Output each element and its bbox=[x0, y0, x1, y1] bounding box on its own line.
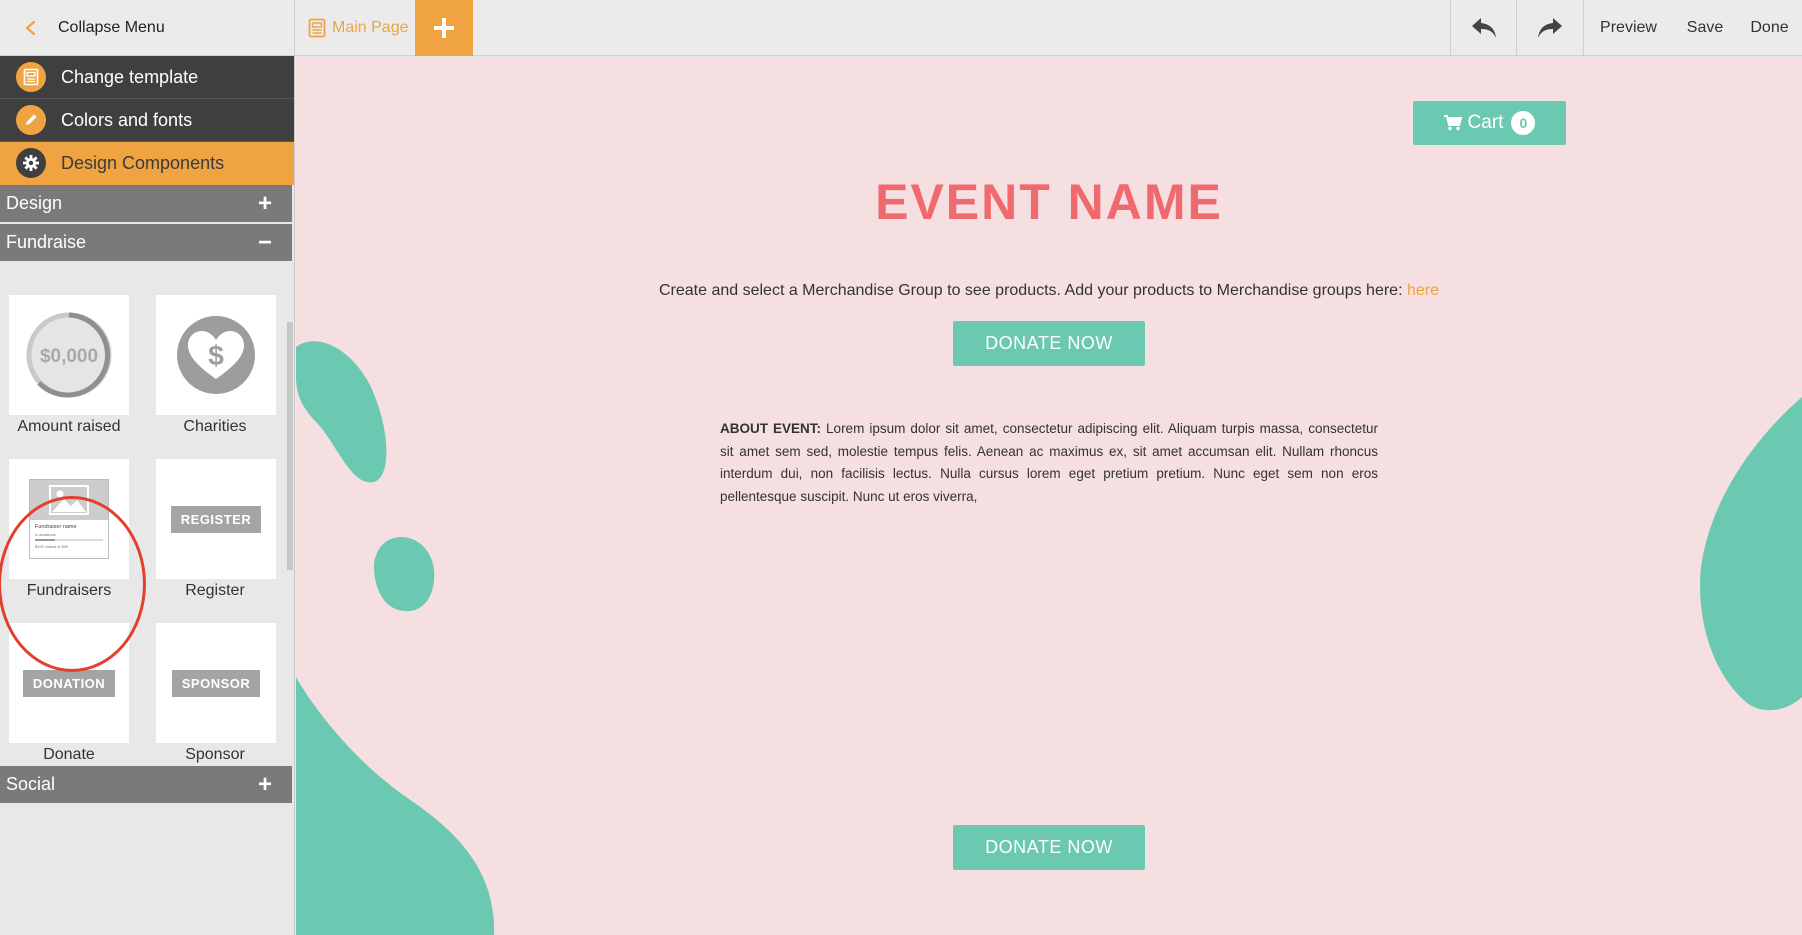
merchandise-link[interactable]: here bbox=[1407, 282, 1439, 299]
pencil-icon bbox=[16, 105, 46, 135]
menu-change-template-label: Change template bbox=[61, 66, 199, 87]
save-button[interactable]: Save bbox=[1673, 0, 1737, 56]
fundraiser-preview-raised: $100 raised of $00 bbox=[35, 544, 69, 549]
component-fundraisers[interactable]: Fundraiser name # donations $100 raised … bbox=[9, 459, 129, 579]
collapse-menu-label: Collapse Menu bbox=[58, 19, 165, 36]
amount-raised-gauge-icon: $0,000 bbox=[26, 312, 112, 398]
amount-raised-preview-text: $0,000 bbox=[40, 346, 98, 367]
undo-button[interactable] bbox=[1450, 0, 1516, 56]
undo-icon bbox=[1471, 18, 1496, 38]
menu-colors-fonts[interactable]: Colors and fonts bbox=[0, 99, 294, 142]
component-amount-raised[interactable]: $0,000 bbox=[9, 295, 129, 415]
merchandise-notice-text: Create and select a Merchandise Group to… bbox=[658, 282, 1407, 299]
chevron-left-icon bbox=[25, 21, 36, 35]
done-button[interactable]: Done bbox=[1737, 0, 1802, 56]
charity-heart-icon: $ bbox=[177, 316, 255, 394]
sidebar: Change template Colors and fonts Design … bbox=[0, 56, 295, 935]
menu-colors-fonts-label: Colors and fonts bbox=[61, 109, 193, 130]
collapse-menu-button[interactable]: Collapse Menu bbox=[0, 0, 295, 56]
section-fundraise-label: Fundraise bbox=[6, 232, 87, 252]
decorative-blob-small bbox=[374, 536, 435, 612]
cart-label: Cart bbox=[1467, 112, 1504, 133]
component-charities[interactable]: $ bbox=[156, 295, 276, 415]
sponsor-label: Sponsor bbox=[185, 746, 245, 763]
charities-label: Charities bbox=[183, 418, 247, 435]
component-register[interactable]: REGISTER bbox=[156, 459, 276, 579]
top-toolbar: Collapse Menu Main Page Preview Save Don… bbox=[0, 0, 1802, 56]
decorative-blob-left-bottom bbox=[296, 677, 494, 935]
menu-design-components[interactable]: Design Components bbox=[0, 142, 294, 185]
plus-icon bbox=[434, 18, 454, 38]
cart-button[interactable]: Cart 0 bbox=[1413, 101, 1566, 145]
about-event-label: ABOUT EVENT: bbox=[720, 421, 822, 436]
merchandise-notice: Create and select a Merchandise Group to… bbox=[296, 282, 1802, 300]
sponsor-preview-button: SPONSOR bbox=[171, 669, 261, 697]
section-social-label: Social bbox=[6, 774, 56, 794]
fundraiser-preview-progress bbox=[35, 539, 103, 541]
section-design[interactable]: Design + bbox=[0, 185, 292, 224]
collapse-minus-icon: − bbox=[257, 228, 272, 256]
event-title[interactable]: EVENT NAME bbox=[296, 173, 1802, 231]
decorative-blob-right bbox=[1700, 397, 1802, 711]
component-sponsor[interactable]: SPONSOR bbox=[156, 623, 276, 743]
section-design-label: Design bbox=[6, 193, 63, 213]
template-icon bbox=[16, 62, 46, 92]
donate-now-button-top[interactable]: DONATE NOW bbox=[953, 321, 1145, 366]
fundraiser-preview-name: Fundraiser name bbox=[35, 524, 77, 530]
cart-icon bbox=[1443, 115, 1462, 131]
menu-change-template[interactable]: Change template bbox=[0, 56, 294, 99]
redo-icon bbox=[1537, 18, 1562, 38]
register-label: Register bbox=[185, 582, 245, 599]
page-canvas: Cart 0 EVENT NAME Create and select a Me… bbox=[296, 57, 1802, 935]
cart-count-badge: 0 bbox=[1511, 111, 1536, 135]
preview-button[interactable]: Preview bbox=[1583, 0, 1673, 56]
image-placeholder-icon bbox=[30, 480, 108, 520]
charity-dollar-text: $ bbox=[208, 340, 224, 371]
section-social[interactable]: Social + bbox=[0, 766, 292, 805]
donation-preview-button: DONATION bbox=[22, 669, 116, 697]
redo-button[interactable] bbox=[1516, 0, 1582, 56]
amount-raised-label: Amount raised bbox=[17, 418, 121, 435]
expand-plus-icon: + bbox=[257, 770, 272, 798]
sidebar-scrollbar[interactable] bbox=[287, 322, 293, 570]
tab-main-page-label: Main Page bbox=[332, 19, 409, 36]
about-event-text[interactable]: ABOUT EVENT: Lorem ipsum dolor sit amet,… bbox=[720, 418, 1378, 508]
expand-plus-icon: + bbox=[257, 189, 272, 217]
donate-label: Donate bbox=[43, 746, 95, 763]
section-fundraise[interactable]: Fundraise − bbox=[0, 224, 292, 263]
fundraiser-card-preview: Fundraiser name # donations $100 raised … bbox=[29, 479, 109, 559]
page-icon bbox=[308, 18, 326, 38]
menu-design-components-label: Design Components bbox=[61, 152, 225, 173]
register-preview-button: REGISTER bbox=[170, 505, 262, 533]
tab-main-page[interactable]: Main Page bbox=[298, 0, 409, 56]
add-page-button[interactable] bbox=[415, 0, 473, 56]
decorative-blob-left-top bbox=[296, 341, 387, 483]
component-donate[interactable]: DONATION bbox=[9, 623, 129, 743]
fundraisers-label: Fundraisers bbox=[26, 582, 112, 599]
gear-icon bbox=[16, 148, 46, 178]
donate-now-button-bottom[interactable]: DONATE NOW bbox=[953, 825, 1145, 870]
fundraiser-preview-donations: # donations bbox=[35, 532, 56, 537]
